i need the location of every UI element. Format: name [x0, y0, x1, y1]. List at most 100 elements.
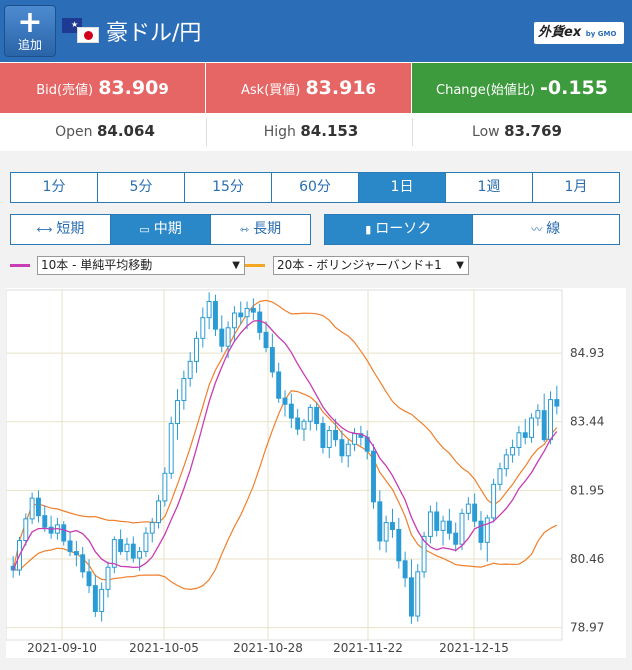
y-tick-label: 84.93 [570, 346, 604, 360]
low-stat: Low 83.769 [472, 122, 562, 140]
candle-body [510, 447, 516, 456]
open-stat: Open 84.064 [55, 122, 155, 140]
candle-body [213, 301, 218, 330]
candle-body [307, 406, 313, 422]
candle-body [295, 417, 301, 430]
window-icon: ▭ [139, 223, 150, 236]
candle-body [440, 520, 446, 531]
high-stat: High 84.153 [263, 122, 359, 140]
candle-body [105, 566, 111, 590]
tab-line[interactable]: 〰線 [473, 215, 620, 244]
x-tick-label: 2021-09-10 [27, 641, 97, 655]
ma-color-swatch [10, 264, 30, 267]
candle-body [478, 520, 484, 543]
candle-body [23, 518, 29, 542]
y-tick-label: 81.95 [570, 483, 604, 497]
candle-body [276, 371, 282, 399]
candle-body [250, 307, 256, 313]
ask-quote[interactable]: Ask(買値) 83.916 [206, 63, 411, 113]
tab-term-medium[interactable]: ▭ 中期 [111, 215, 211, 244]
candle-body [269, 347, 275, 373]
candle-body [244, 307, 250, 318]
term-selector: ⟷ 短期 ▭ 中期 ⇿ 長期 [10, 214, 311, 245]
candle-body [92, 585, 98, 612]
tab-timeframe-15min[interactable]: 15分 [185, 173, 272, 202]
candle-body [231, 312, 237, 329]
candle-body [263, 331, 269, 349]
price-chart[interactable]: 84.93 83.44 81.95 80.46 78.97 2021-09-10 2021-… [6, 288, 626, 658]
candle-body [434, 511, 440, 531]
candle-body [156, 500, 162, 524]
tab-term-long[interactable]: ⇿ 長期 [211, 215, 310, 244]
candle-body [465, 503, 471, 514]
bid-quote[interactable]: Bid(売値) 83.909 [0, 63, 205, 113]
candle-body [219, 328, 225, 347]
candle-body [200, 317, 206, 339]
candle-body [390, 522, 395, 530]
chart-type-selector: ▮ ローソク 〰線 [324, 214, 620, 245]
candle-body [42, 515, 48, 528]
add-button[interactable]: + 追加 [4, 5, 56, 57]
candle-body [497, 468, 503, 485]
ma-select[interactable]: 10本 - 単純平均移動 ▼ [37, 256, 245, 275]
candle-body [484, 517, 490, 543]
candle-body [427, 511, 433, 537]
candle-body [288, 403, 294, 419]
x-tick-label: 2021-10-05 [129, 641, 199, 655]
candle-body [383, 522, 389, 542]
tab-timeframe-1week[interactable]: 1週 [446, 173, 533, 202]
x-tick-label: 2021-11-22 [333, 641, 403, 655]
candle-body [175, 400, 180, 425]
chevron-down-icon: ▼ [456, 260, 464, 271]
candle-body [503, 454, 509, 470]
candle-body [522, 432, 528, 438]
candle-body [80, 554, 86, 573]
candle-body [459, 512, 465, 545]
candle-body [187, 360, 193, 379]
candle-body [472, 503, 478, 522]
tab-timeframe-60min[interactable]: 60分 [272, 173, 359, 202]
candle-body [118, 539, 124, 553]
bid-value: 83.909 [98, 77, 169, 99]
candle-body [326, 429, 332, 448]
candle-body [194, 337, 199, 362]
candle-body [99, 588, 105, 612]
candle-body [415, 571, 421, 617]
candle-body [137, 551, 143, 559]
candle-body [541, 410, 547, 441]
candle-body [554, 399, 560, 407]
candle-body [73, 551, 79, 556]
tab-candlestick[interactable]: ▮ ローソク [325, 215, 473, 244]
tab-timeframe-1min[interactable]: 1分 [11, 173, 98, 202]
chevron-down-icon: ▼ [232, 260, 240, 271]
candle-body [453, 532, 459, 545]
candle-body [320, 423, 326, 448]
japan-flag-icon [77, 27, 99, 43]
candle-body [149, 522, 155, 534]
y-tick-label: 78.97 [570, 621, 604, 635]
change-value: -0.155 [540, 77, 608, 99]
tab-timeframe-1month[interactable]: 1月 [533, 173, 619, 202]
candle-body [371, 450, 376, 503]
candle-body [516, 432, 522, 448]
tab-timeframe-1day[interactable]: 1日 [359, 173, 446, 202]
candle-body [143, 532, 149, 553]
line-chart-icon: 〰 [531, 223, 543, 236]
candle-body [124, 543, 130, 553]
candle-body [339, 439, 345, 457]
gaika-ex-logo: 外貨ex by GMO [534, 22, 624, 44]
x-tick-label: 2021-10-28 [233, 641, 303, 655]
candle-body [408, 577, 414, 617]
bb-select[interactable]: 20本 - ボリンジャーバンド+1 ▼ [273, 256, 469, 275]
candle-body [29, 497, 35, 520]
candle-body [377, 501, 383, 542]
tab-term-short[interactable]: ⟷ 短期 [11, 215, 111, 244]
candle-body [48, 526, 54, 534]
candlestick-icon: ▮ [365, 223, 372, 236]
candle-body [314, 406, 320, 425]
candle-body [35, 497, 41, 517]
candle-body [238, 312, 244, 318]
tab-timeframe-5min[interactable]: 5分 [98, 173, 185, 202]
candle-body [402, 560, 408, 579]
arrows-short-icon: ⟷ [36, 223, 53, 236]
